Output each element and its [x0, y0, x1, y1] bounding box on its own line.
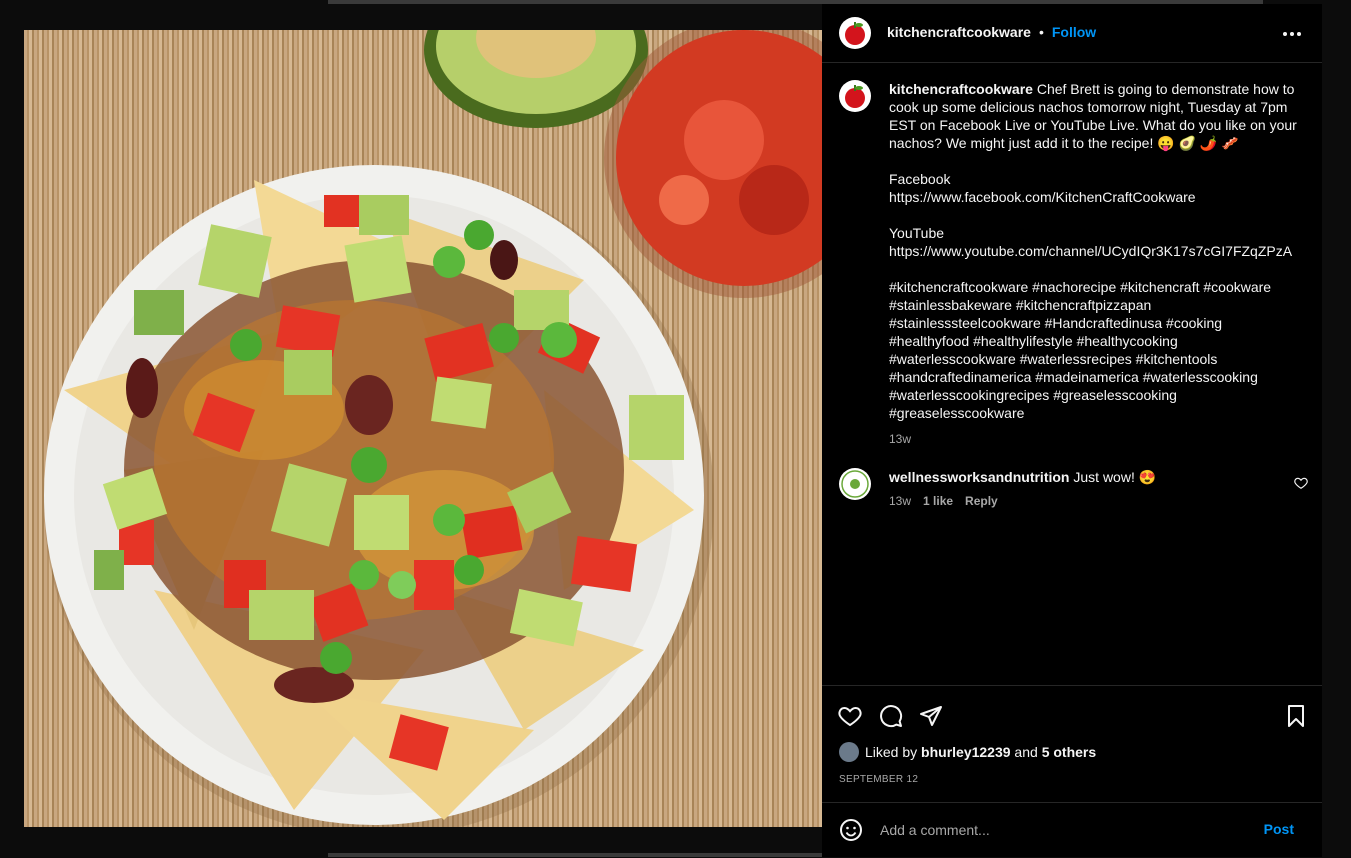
likes-others[interactable]: 5 others — [1042, 744, 1096, 760]
caption-author-avatar[interactable] — [839, 80, 871, 112]
caption-timestamp[interactable]: 13w — [889, 430, 1299, 448]
comment-username[interactable]: wellnessworksandnutrition — [889, 469, 1069, 485]
comment-icon[interactable] — [878, 703, 904, 729]
comment-input[interactable] — [878, 819, 1242, 841]
author-avatar[interactable] — [839, 17, 871, 49]
post-image — [24, 30, 822, 827]
liker-avatar[interactable] — [839, 742, 859, 762]
post-details-panel: kitchencraftcookware • Follow kitchencra… — [822, 4, 1322, 857]
apple-logo-icon — [845, 85, 865, 108]
comment-text: Just wow! 😍 — [1069, 469, 1157, 485]
comment-likes[interactable]: 1 like — [923, 492, 953, 510]
heart-icon[interactable] — [837, 703, 863, 729]
comment-timestamp[interactable]: 13w — [889, 492, 911, 510]
likes-prefix: Liked by — [865, 744, 922, 760]
likes-middle: and — [1010, 744, 1042, 760]
caption-username[interactable]: kitchencraftcookware — [889, 81, 1033, 97]
bookmark-icon[interactable] — [1283, 703, 1309, 729]
reply-button[interactable]: Reply — [965, 492, 998, 510]
caption-hashtags[interactable]: #kitchencraftcookware #nachorecipe #kitc… — [889, 278, 1299, 422]
apple-logo-icon — [845, 22, 865, 45]
post-date[interactable]: SEPTEMBER 12 — [839, 774, 918, 785]
comment-item: wellnessworksandnutrition Just wow! 😍 13… — [889, 468, 1289, 510]
separator-dot: • — [1038, 24, 1044, 40]
caption-links[interactable]: Facebook https://www.facebook.com/Kitche… — [889, 170, 1299, 260]
add-comment-bar: Post — [822, 802, 1322, 858]
wellness-logo-icon — [841, 470, 869, 498]
author-username[interactable]: kitchencraftcookware — [887, 24, 1031, 40]
emoji-icon[interactable] — [838, 817, 864, 843]
post-comment-button[interactable]: Post — [1264, 821, 1294, 837]
liker-username[interactable]: bhurley12239 — [921, 744, 1011, 760]
likes-summary: Liked by bhurley12239 and 5 others — [839, 742, 1096, 762]
post-caption: kitchencraftcookware Chef Brett is going… — [889, 80, 1299, 448]
post-header: kitchencraftcookware • Follow — [822, 4, 1322, 63]
send-icon[interactable] — [918, 703, 944, 729]
more-options-icon[interactable] — [1280, 22, 1304, 46]
follow-button[interactable]: Follow — [1052, 24, 1096, 40]
comment-like-heart-icon[interactable] — [1294, 476, 1308, 490]
commenter-avatar[interactable] — [839, 468, 871, 500]
